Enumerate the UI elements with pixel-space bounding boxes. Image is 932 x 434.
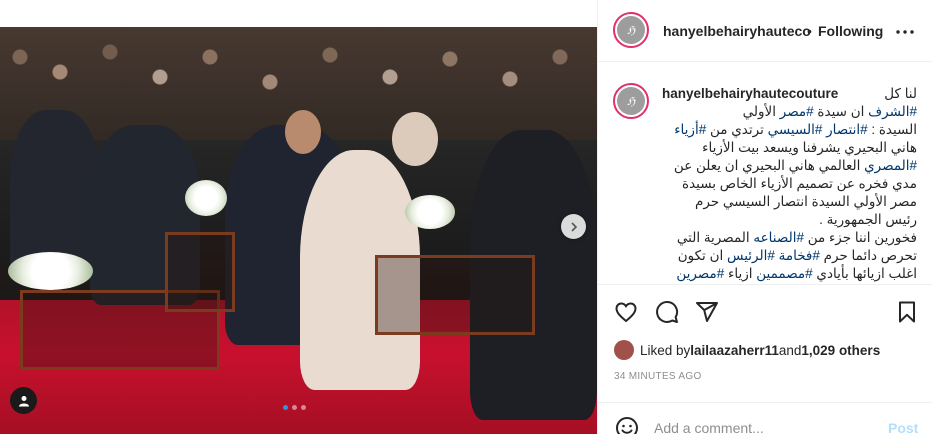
- hashtag-link[interactable]: #فخامة: [779, 248, 820, 263]
- likes-prefix: Liked by: [640, 342, 691, 358]
- chevron-right-icon: [570, 221, 577, 232]
- photo-top-strip: [0, 0, 597, 27]
- caption-line: فخورين اننا جزء من #الصناعه المصرية التي: [662, 229, 917, 247]
- caption-line: مدي فخره عن تصميم الأزياء الخاص بسيدة: [662, 175, 917, 193]
- caption-line: السيدة : #انتصار #السيسي ترتدي من #أزياء: [662, 121, 917, 139]
- hashtag-link[interactable]: #المصري: [864, 158, 917, 173]
- flower-arrangement: [405, 195, 455, 229]
- hashtag-link[interactable]: #انتصار: [826, 122, 867, 137]
- post-comment-button[interactable]: Post: [888, 420, 918, 434]
- hashtag-link[interactable]: #السيسي: [768, 122, 823, 137]
- caption-fragment: العالمي هاني البحيري ان يعلن عن: [673, 158, 865, 173]
- heart-icon[interactable]: [614, 300, 638, 324]
- caption-fragment: ازياء: [724, 266, 757, 281]
- caption-fragment: تحرص دائما حرم: [819, 248, 917, 263]
- caption-fragment: فخورين اننا جزء من: [803, 230, 917, 245]
- caption-fragment: مدي فخره عن تصميم الأزياء الخاص بسيدة: [682, 176, 917, 191]
- likes-middle: and: [778, 342, 802, 358]
- caption-text: hanyelbehairyhautecouture لنا كل #الشرف ان…: [662, 85, 917, 283]
- caption-line: hanyelbehairyhautecouture لنا كل: [662, 85, 917, 103]
- hashtag-link[interactable]: #الصناعه: [753, 230, 804, 245]
- likes-count[interactable]: 1,029 others: [801, 343, 880, 358]
- brand-logo-icon: ℌ: [617, 87, 645, 115]
- post-photo[interactable]: [0, 0, 597, 434]
- comment-input[interactable]: [654, 419, 874, 434]
- caption-fragment: هاني البحيري يشرفنا ويسعد بيت الأزياء: [702, 140, 917, 155]
- liker-username[interactable]: lailaazaherr11: [690, 343, 779, 358]
- profile-avatar[interactable]: ℌ: [613, 12, 649, 48]
- caption-fragment: ترتدي من: [706, 122, 768, 137]
- caption-arabic-text: لنا كل: [884, 85, 917, 103]
- caption-fragment: السيدة :: [867, 122, 917, 137]
- caption-fragment: ان سيدة: [813, 104, 869, 119]
- caption-username[interactable]: hanyelbehairyhautecouture: [662, 86, 838, 101]
- more-horizontal-icon: [896, 30, 914, 34]
- smiley-icon[interactable]: [615, 416, 639, 434]
- caption-fragment: رئيس الجمهورية .: [819, 212, 917, 227]
- post-details-panel: ℌ hanyelbehairyhauteco • Following ℌ han…: [597, 0, 932, 434]
- post-username[interactable]: hanyelbehairyhauteco: [663, 23, 811, 39]
- comment-bar: Post: [598, 402, 932, 434]
- post-header: ℌ hanyelbehairyhauteco • Following: [598, 0, 932, 62]
- caption-line: رئيس الجمهورية .: [662, 211, 917, 229]
- hashtag-link[interactable]: #مصممين: [756, 266, 812, 281]
- side-table-middle: [165, 232, 235, 312]
- action-bar: [598, 284, 932, 336]
- caption-line: تحرص دائما حرم #فخامة #الرئيس ان تكون: [662, 247, 917, 265]
- caption-fragment: لنا كل: [884, 86, 917, 101]
- carousel-dot: [292, 405, 297, 410]
- flower-arrangement: [185, 180, 227, 216]
- caption-fragment: المصرية التي: [676, 230, 754, 245]
- caption-line: اغلب ازيائها بأيادي #مصممين ازياء #مصرين: [662, 265, 917, 283]
- user-tags-button[interactable]: [10, 387, 37, 414]
- hashtag-link[interactable]: #مصرين: [676, 266, 724, 281]
- carousel-dot: [283, 405, 288, 410]
- caption-line: هاني البحيري يشرفنا ويسعد بيت الأزياء: [662, 139, 917, 157]
- following-button[interactable]: Following: [818, 23, 883, 39]
- post-timestamp[interactable]: 34 MINUTES AGO: [614, 371, 702, 382]
- caption-fragment: مصر الأولي السيدة انتصار السيسي حرم: [695, 194, 917, 209]
- header-separator: •: [807, 23, 812, 39]
- comment-icon[interactable]: [655, 300, 679, 324]
- bookmark-icon[interactable]: [895, 300, 919, 324]
- caption-line: #المصري العالمي هاني البحيري ان يعلن عن: [662, 157, 917, 175]
- caption-section: ℌ hanyelbehairyhautecouture لنا كل #الشرف …: [598, 63, 932, 283]
- carousel-next-button[interactable]: [561, 214, 586, 239]
- liker-avatar[interactable]: [614, 340, 634, 360]
- attendee-lady-head: [392, 112, 438, 166]
- user-tag-icon: [18, 395, 29, 406]
- brand-logo-icon: ℌ: [617, 16, 645, 44]
- caption-fragment: الأولي: [742, 104, 780, 119]
- share-icon[interactable]: [695, 300, 719, 324]
- caption-line: مصر الأولي السيدة انتصار السيسي حرم: [662, 193, 917, 211]
- caption-fragment: اغلب ازيائها بأيادي: [812, 266, 917, 281]
- caption-avatar[interactable]: ℌ: [613, 83, 649, 119]
- attendee-head: [285, 110, 321, 154]
- side-table-right: [375, 255, 535, 335]
- flower-arrangement: [8, 252, 93, 290]
- likes-summary: Liked by lailaazaherr11 and 1,029 others: [614, 340, 880, 360]
- carousel-dot: [301, 405, 306, 410]
- carousel-indicator: [283, 405, 306, 410]
- hashtag-link[interactable]: #الرئيس: [727, 248, 775, 263]
- caption-line: #الشرف ان سيدة #مصر الأولي: [662, 103, 917, 121]
- caption-fragment: ان تكون: [677, 248, 727, 263]
- more-options-button[interactable]: [895, 24, 915, 40]
- hashtag-link[interactable]: #مصر: [780, 104, 814, 119]
- hashtag-link[interactable]: #أزياء: [674, 122, 706, 137]
- hashtag-link[interactable]: #الشرف: [868, 104, 917, 119]
